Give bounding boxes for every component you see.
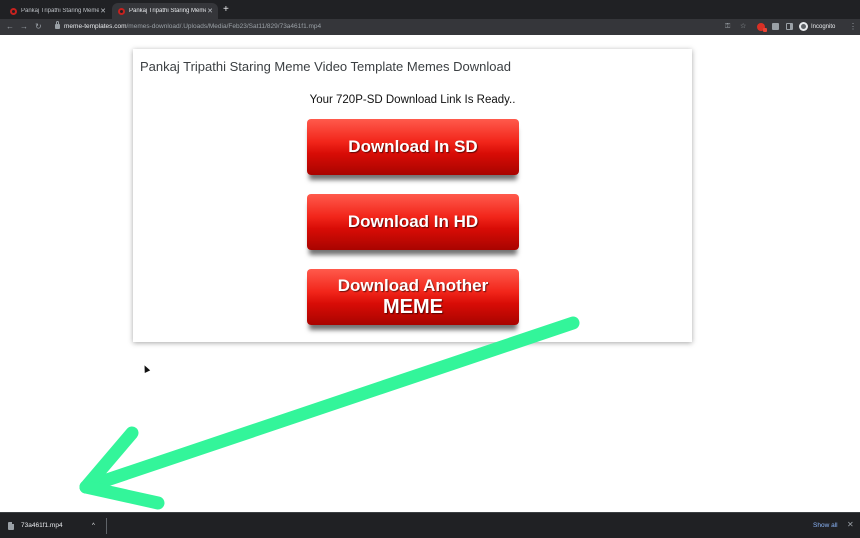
download-another-meme-button[interactable]: Download Another MEME (307, 269, 519, 325)
ready-message: Your 720P-SD Download Link Is Ready.. (309, 94, 516, 106)
close-icon[interactable]: ✕ (847, 520, 854, 530)
download-another-label-line1: Download Another (337, 276, 489, 295)
download-another-label-line2: MEME (383, 296, 443, 318)
file-icon (8, 522, 14, 530)
extension-icon[interactable] (757, 23, 767, 32)
downloaded-file-name[interactable]: 73a461f1.mp4 (21, 521, 63, 531)
lock-icon[interactable] (55, 21, 60, 29)
new-tab-button[interactable]: + (223, 4, 229, 16)
key-icon[interactable]: ⚿ (725, 22, 730, 32)
download-sd-button[interactable]: Download In SD (307, 119, 519, 175)
side-panel-icon[interactable] (786, 23, 793, 30)
download-hd-label: Download In HD (347, 212, 479, 231)
url-path: /memes-download/.Uploads/Media/Feb23/Sat… (126, 23, 322, 30)
tab-strip: Pankaj Tripathi Staring Meme V ✕ Pankaj … (0, 0, 860, 19)
browser-toolbar: ← → ↻ meme-templates.com/memes-download/… (0, 19, 860, 35)
show-all-link[interactable]: Show all (813, 521, 838, 531)
star-icon[interactable]: ☆ (740, 22, 746, 32)
site-favicon-icon (118, 7, 125, 15)
page-title: Pankaj Tripathi Staring Meme Video Templ… (140, 59, 511, 74)
tab-close-icon[interactable]: ✕ (99, 7, 107, 15)
arrow-strokes (79, 316, 580, 510)
menu-icon[interactable]: ⋮ (849, 21, 857, 33)
download-card: Pankaj Tripathi Staring Meme Video Templ… (133, 49, 692, 342)
incognito-avatar-icon[interactable] (799, 22, 808, 31)
tab-close-icon[interactable]: ✕ (206, 7, 214, 15)
back-icon[interactable]: ← (6, 21, 14, 33)
url-host: meme-templates.com (64, 23, 127, 30)
tab-2-active[interactable]: Pankaj Tripathi Staring Meme V ✕ (112, 3, 218, 19)
download-hd-button[interactable]: Download In HD (307, 194, 519, 250)
puzzle-icon[interactable] (772, 23, 779, 30)
forward-icon[interactable]: → (20, 21, 28, 33)
address-bar[interactable]: meme-templates.com/memes-download/.Uploa… (64, 22, 321, 32)
arrow-head-lower (79, 480, 165, 510)
tab-1[interactable]: Pankaj Tripathi Staring Meme V ✕ (4, 3, 111, 19)
shelf-divider (106, 518, 107, 534)
arrow-head-upper (79, 426, 139, 494)
download-sd-label: Download In SD (348, 137, 478, 156)
site-favicon-icon (10, 7, 17, 15)
arrow-shaft (79, 316, 580, 494)
reload-icon[interactable]: ↻ (35, 21, 42, 33)
tab-title: Pankaj Tripathi Staring Meme V (21, 8, 99, 14)
incognito-label[interactable]: Incognito (811, 23, 835, 31)
chevron-up-icon[interactable]: ^ (92, 521, 95, 531)
mouse-cursor-icon (141, 364, 151, 373)
download-shelf: 73a461f1.mp4 ^ Show all ✕ (0, 512, 860, 538)
tab-title: Pankaj Tripathi Staring Meme V (129, 8, 206, 14)
